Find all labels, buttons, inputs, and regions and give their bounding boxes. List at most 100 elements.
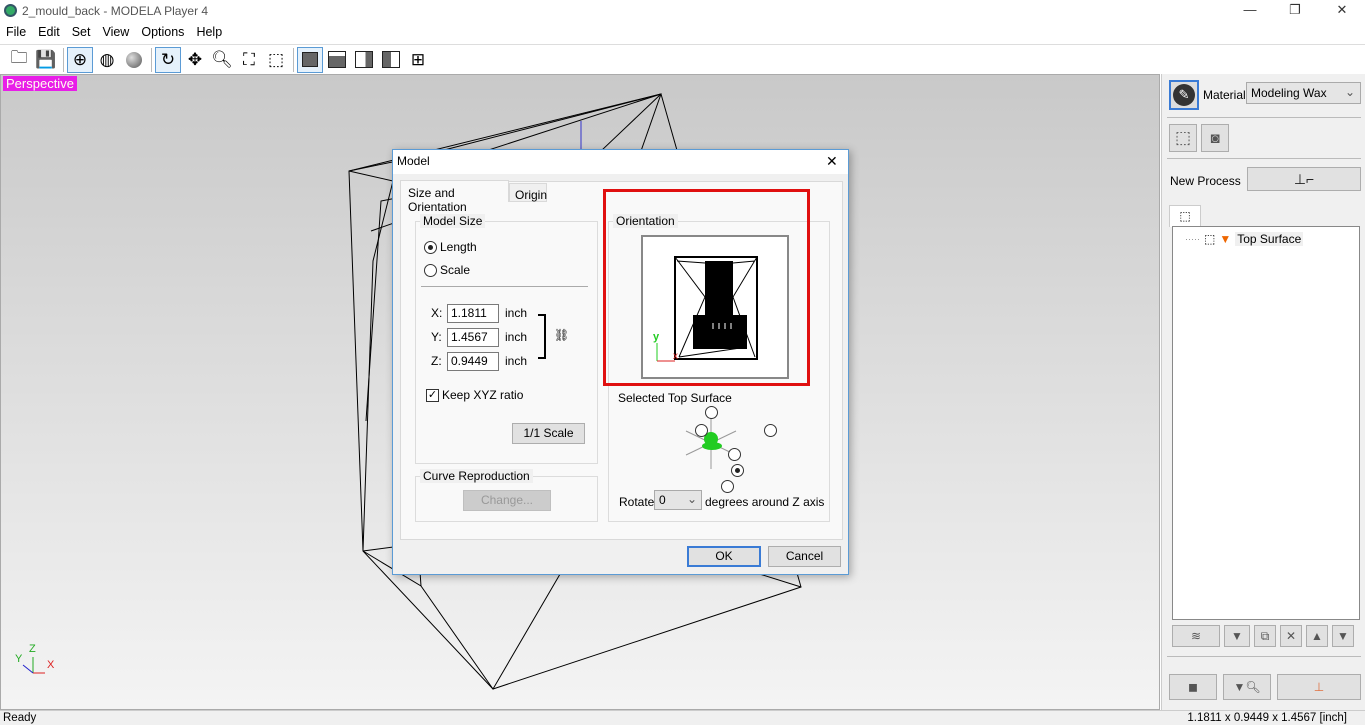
material-setup-button[interactable]: ◙	[1201, 124, 1229, 152]
selected-top-surface-label: Selected Top Surface	[618, 391, 732, 405]
move-down-icon[interactable]: ▼	[1332, 625, 1354, 647]
highlight-box	[603, 189, 810, 386]
multi-view-icon[interactable]: ⊞	[405, 47, 431, 73]
save-icon[interactable]: 💾	[33, 47, 59, 73]
axis-z-label: Z	[29, 643, 36, 655]
top-surface-selector	[676, 405, 777, 493]
surface-front-left-radio[interactable]	[728, 448, 742, 461]
view-front-icon[interactable]	[351, 47, 377, 73]
y-size-input[interactable]	[447, 327, 499, 347]
chevron-down-icon: ⌄	[686, 492, 697, 506]
minimize-button[interactable]: —	[1240, 2, 1260, 17]
edit-process-icon[interactable]: ▼	[1224, 625, 1250, 647]
material-value: Modeling Wax	[1251, 86, 1327, 100]
ratio-bracket	[538, 314, 546, 359]
menu-file[interactable]: File	[0, 22, 32, 42]
side-panel: ✎ Material Modeling Wax ⌄ ⬚ ◙ New Process…	[1161, 74, 1365, 710]
surface-back-right-radio[interactable]	[763, 424, 777, 437]
rotate-icon[interactable]: ↻	[155, 46, 181, 73]
move-up-icon[interactable]: ▲	[1306, 625, 1328, 647]
cancel-button[interactable]: Cancel	[768, 546, 841, 567]
fit-all-icon[interactable]: ⛶	[236, 47, 262, 73]
material-button[interactable]: ✎	[1169, 80, 1199, 110]
tree-item-top-surface[interactable]: ····· ⬚ ▼ Top Surface	[1185, 232, 1304, 246]
shaded-wireframe-view-icon[interactable]: ◍	[94, 47, 120, 73]
z-size-input[interactable]	[447, 351, 499, 371]
keep-ratio-label: Keep XYZ ratio	[442, 388, 524, 402]
wireframe-view-icon[interactable]: ⊕	[67, 46, 93, 73]
model-size-label: Model Size	[420, 214, 486, 228]
zoom-icon[interactable]: 🔍︎	[209, 47, 235, 73]
curve-reproduction-label: Curve Reproduction	[420, 469, 533, 483]
create-path-icon[interactable]: ≋	[1172, 625, 1220, 647]
change-button[interactable]: Change...	[463, 490, 551, 511]
y-label: Y:	[431, 330, 442, 344]
app-icon	[4, 4, 17, 17]
x-size-input[interactable]	[447, 303, 499, 323]
z-unit: inch	[505, 354, 528, 368]
toolbar: 🗀 💾 ⊕ ◍ ↻ ✥ 🔍︎ ⛶ ⬚ ⊞	[0, 44, 1365, 74]
status-text: Ready	[3, 712, 37, 724]
model-dimensions: 1.1811 x 0.9449 x 1.4567 [inch]	[1187, 712, 1347, 724]
tree-tab-model-icon[interactable]: ⬚	[1169, 205, 1201, 227]
dialog-title-bar: Model ✕	[393, 150, 848, 174]
restore-button[interactable]: ❐	[1285, 2, 1305, 18]
stock-box-button[interactable]: ⬚	[1169, 124, 1197, 152]
rotate-value: 0	[659, 493, 666, 507]
pan-icon[interactable]: ✥	[182, 47, 208, 73]
length-label: Length	[440, 240, 477, 254]
pen-icon: ✎	[1173, 84, 1195, 106]
model-dialog: Model ✕ Size and Orientation Origin Mode…	[392, 149, 849, 575]
tab-label: Size and Orientation	[408, 186, 467, 214]
view-side-icon[interactable]	[378, 47, 404, 73]
view-top-icon[interactable]	[324, 47, 350, 73]
checkbox-checked-icon: ✓	[426, 388, 439, 402]
keep-ratio-checkbox[interactable]: ✓ Keep XYZ ratio	[426, 388, 523, 402]
surface-top-radio[interactable]	[705, 406, 718, 419]
menu-view[interactable]: View	[96, 22, 135, 42]
menu-bar: File Edit Set View Options Help	[0, 22, 1365, 42]
window-title: 2_mould_back - MODELA Player 4	[22, 4, 209, 18]
menu-set[interactable]: Set	[66, 22, 97, 42]
delete-icon[interactable]: ✕	[1280, 625, 1302, 647]
length-radio[interactable]: Length	[424, 240, 477, 254]
tool-icon: ▼	[1219, 232, 1232, 246]
menu-options[interactable]: Options	[135, 22, 190, 42]
material-select[interactable]: Modeling Wax ⌄	[1246, 82, 1361, 104]
tab-size-and-orientation[interactable]: Size and Orientation	[400, 180, 509, 214]
new-process-label: New Process	[1170, 174, 1241, 188]
link-chain-icon[interactable]: ⛓	[554, 328, 569, 342]
dialog-close-button[interactable]: ✕	[826, 153, 838, 170]
solid-view-icon[interactable]	[121, 47, 147, 73]
open-folder-icon[interactable]: 🗀	[6, 47, 32, 73]
surface-front-right-radio[interactable]	[731, 464, 744, 477]
one-to-one-scale-button[interactable]: 1/1 Scale	[512, 423, 585, 444]
cut-icon[interactable]: ⊥	[1277, 674, 1361, 700]
view-mode-label: Perspective	[3, 76, 77, 91]
radio-icon	[424, 263, 437, 277]
tab-origin[interactable]: Origin	[509, 183, 547, 202]
copy-icon[interactable]: ⧉	[1254, 625, 1276, 647]
chevron-down-icon: ⌄	[1344, 85, 1355, 99]
status-bar: Ready 1.1811 x 0.9449 x 1.4567 [inch]	[0, 710, 1365, 725]
scale-label: Scale	[440, 263, 471, 277]
axis-y-label: Y	[15, 653, 23, 665]
rotate-label: Rotate	[619, 495, 655, 509]
radio-icon	[424, 240, 437, 254]
model-icon: ⬚	[1204, 232, 1216, 246]
menu-help[interactable]: Help	[190, 22, 228, 42]
z-label: Z:	[431, 354, 442, 368]
new-process-button[interactable]: ⊥⌐	[1247, 167, 1361, 191]
view-iso-icon[interactable]	[297, 46, 323, 73]
process-tree: ····· ⬚ ▼ Top Surface	[1172, 226, 1360, 620]
rotate-select[interactable]: 0 ⌄	[654, 490, 702, 510]
scale-radio[interactable]: Scale	[424, 263, 470, 277]
x-label: X:	[431, 306, 443, 320]
close-button[interactable]: ✕	[1332, 2, 1352, 18]
preview-icon[interactable]: ◼	[1169, 674, 1217, 700]
axis-triad	[22, 657, 45, 674]
tool-inspect-icon[interactable]: ▼🔍︎	[1223, 674, 1271, 700]
ok-button[interactable]: OK	[687, 546, 761, 567]
menu-edit[interactable]: Edit	[32, 22, 66, 42]
fit-model-icon[interactable]: ⬚	[263, 47, 289, 73]
